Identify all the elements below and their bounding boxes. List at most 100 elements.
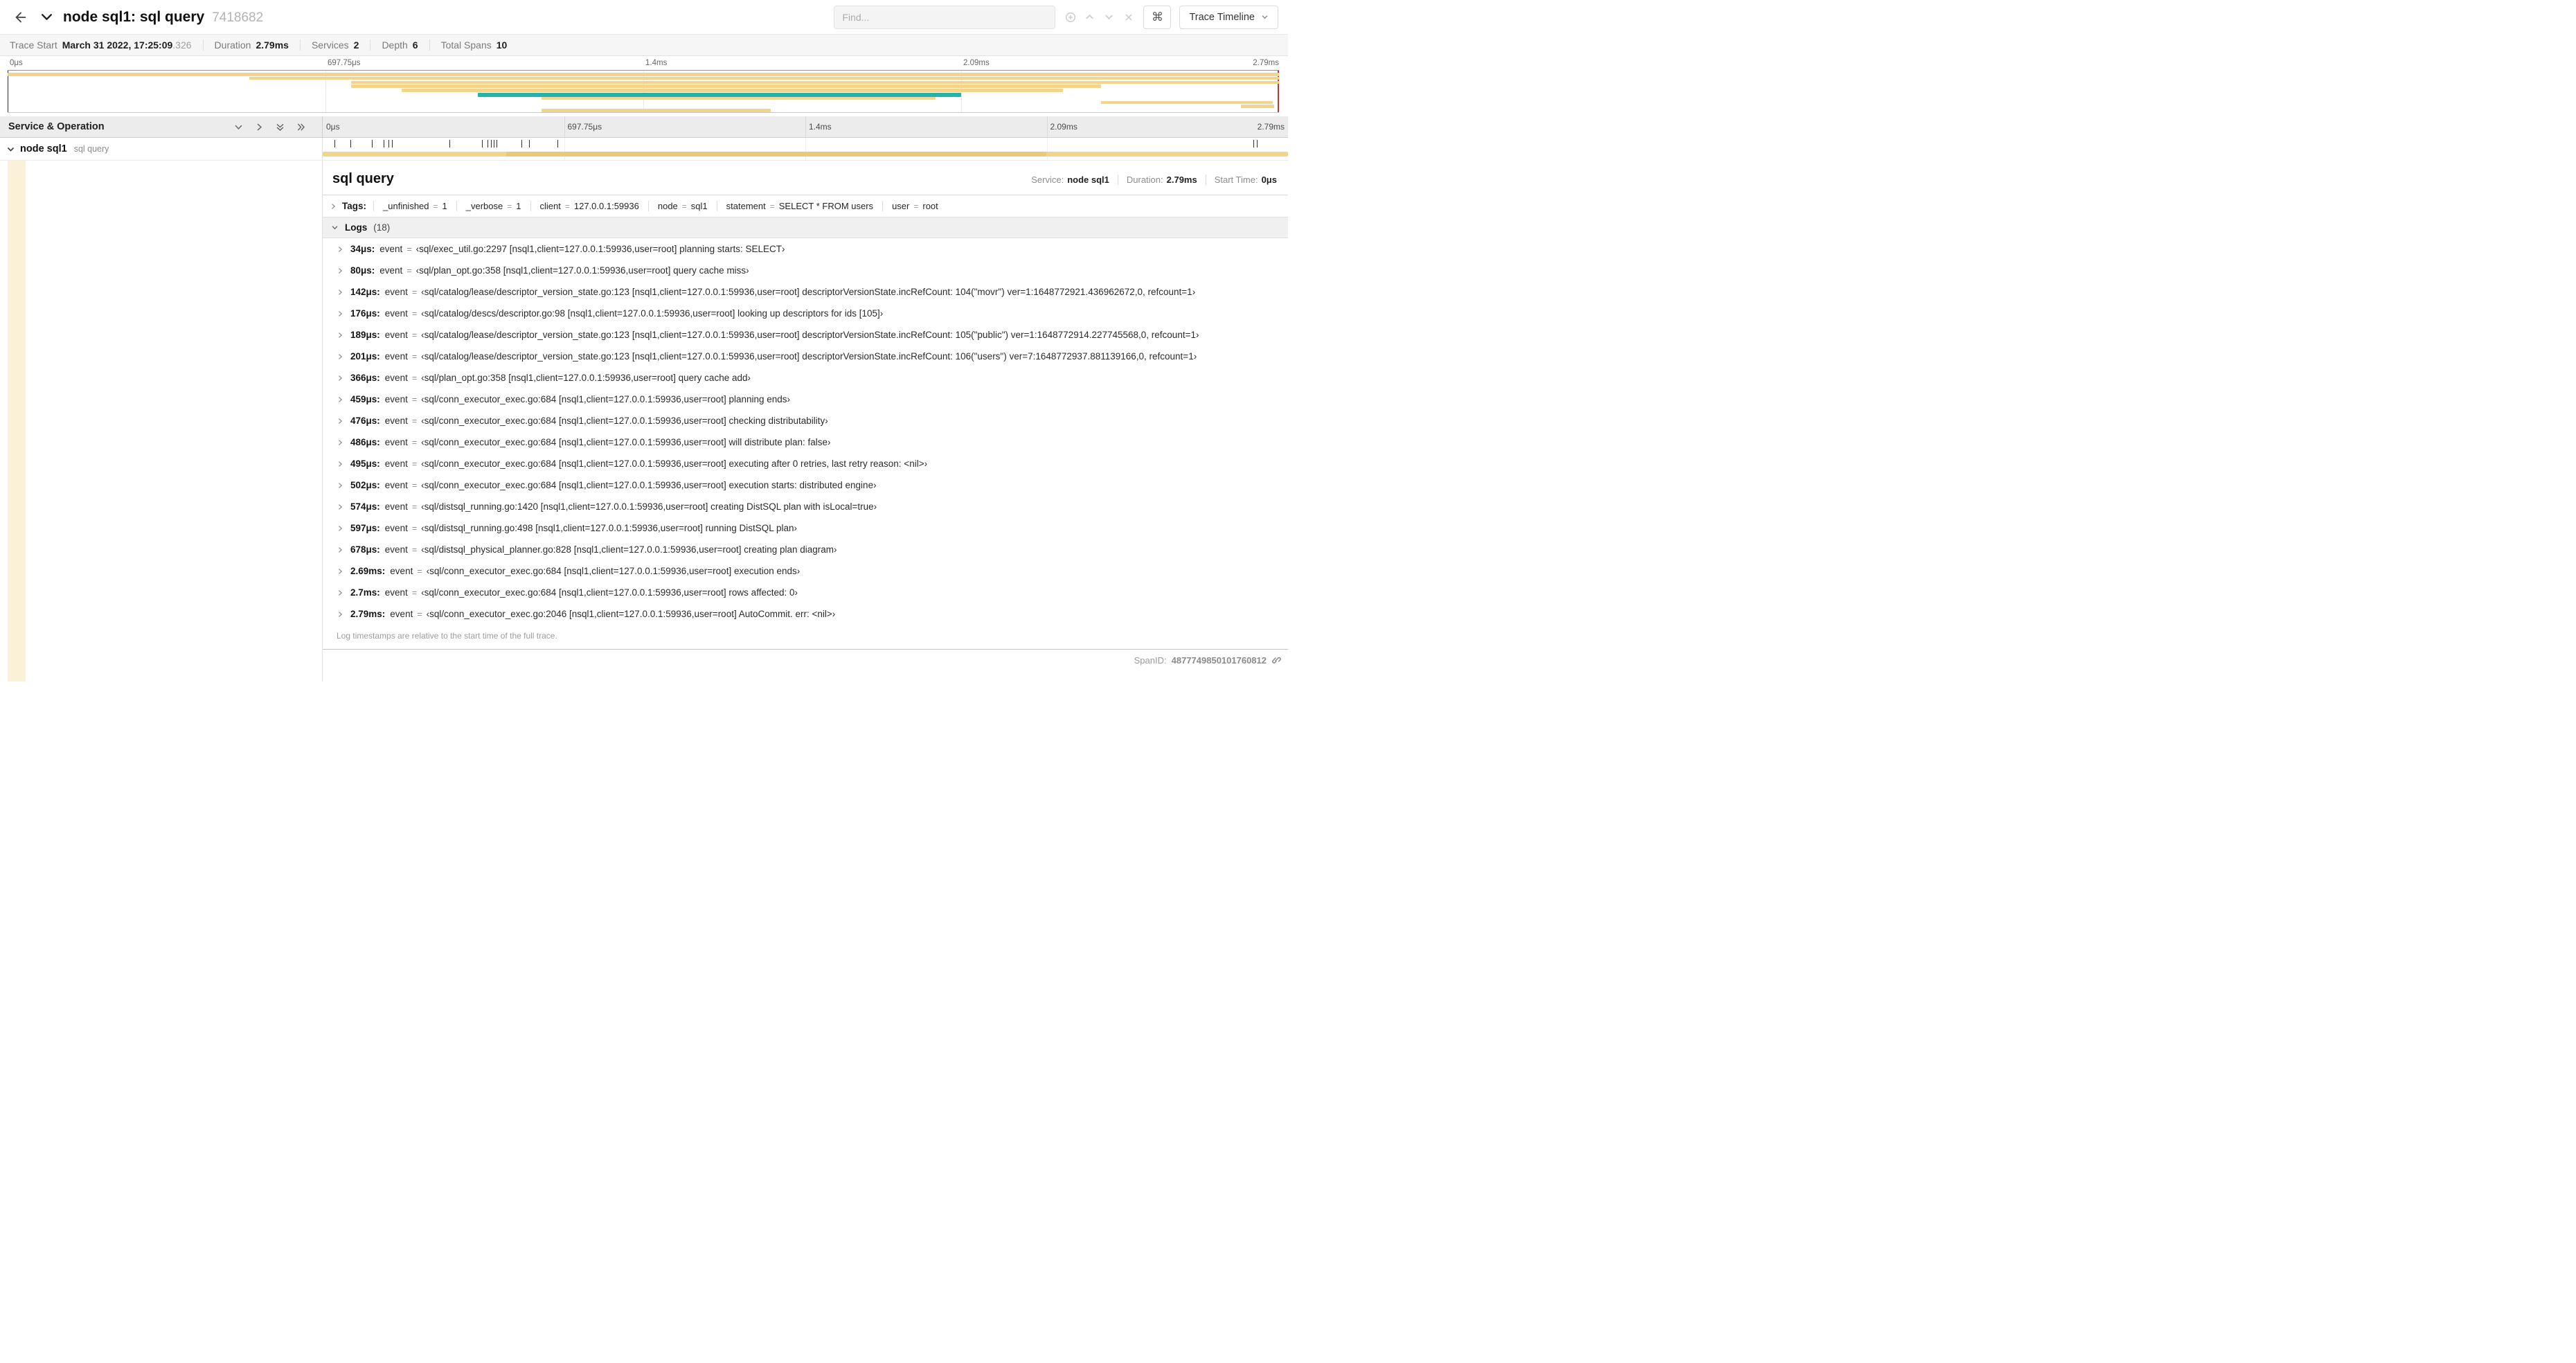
chevron-down-icon <box>332 226 338 230</box>
log-marker-tick <box>372 140 373 148</box>
log-message: ‹sql/plan_opt.go:358 [nsql1,client=127.0… <box>415 265 749 276</box>
log-time: 678μs: <box>350 544 380 555</box>
log-row[interactable]: 486μs: event = ‹sql/conn_executor_exec.g… <box>323 431 1288 453</box>
log-row[interactable]: 459μs: event = ‹sql/conn_executor_exec.g… <box>323 389 1288 410</box>
span-row-label[interactable]: node sql1 sql query <box>0 138 323 160</box>
log-equals: = <box>411 437 418 447</box>
chevron-right-icon <box>337 332 343 339</box>
chevron-right-icon <box>337 353 343 360</box>
collapse-all-button[interactable] <box>276 123 285 132</box>
log-row[interactable]: 34μs: event = ‹sql/exec_util.go:2297 [ns… <box>323 238 1288 260</box>
log-marker-tick <box>529 140 530 148</box>
log-event-key: event <box>384 458 408 469</box>
log-equals: = <box>406 265 412 276</box>
log-row[interactable]: 176μs: event = ‹sql/catalog/descs/descri… <box>323 303 1288 324</box>
log-marker-tick <box>449 140 450 148</box>
log-marker-tick <box>1257 140 1258 148</box>
log-row[interactable]: 2.79ms: event = ‹sql/conn_executor_exec.… <box>323 603 1288 625</box>
log-message: ‹sql/catalog/lease/descriptor_version_st… <box>421 350 1197 362</box>
logs-title: Logs <box>345 222 368 233</box>
chevron-up-icon <box>1086 14 1094 19</box>
keyboard-shortcuts-button[interactable]: ⌘ <box>1143 5 1172 29</box>
tags-toggle-row[interactable]: Tags: _unfinished = 1 _verbose = 1 client = 12… <box>323 195 1288 217</box>
log-row[interactable]: 502μs: event = ‹sql/conn_executor_exec.g… <box>323 474 1288 496</box>
log-message: ‹sql/conn_executor_exec.go:684 [nsql1,cl… <box>421 587 798 598</box>
log-row[interactable]: 678μs: event = ‹sql/distsql_physical_pla… <box>323 539 1288 560</box>
content-area: sql query Service: node sql1 Duration: 2.7… <box>0 161 1288 682</box>
tag-item: node = sql1 <box>647 201 717 211</box>
tag-item: _unfinished = 1 <box>373 201 456 211</box>
find-clear-button[interactable] <box>1120 9 1136 25</box>
log-message: ‹sql/catalog/lease/descriptor_version_st… <box>421 286 1196 297</box>
span-detail-panel: sql query Service: node sql1 Duration: 2.7… <box>323 161 1288 682</box>
log-message: ‹sql/distsql_physical_planner.go:828 [ns… <box>421 544 837 555</box>
log-event-key: event <box>384 501 408 512</box>
time-tick-label: 1.4ms <box>809 122 832 132</box>
log-message: ‹sql/plan_opt.go:358 [nsql1,client=127.0… <box>421 372 751 383</box>
page-title: node sql1: sql query 7418682 <box>63 9 263 26</box>
log-equals: = <box>411 373 418 383</box>
logs-toggle-header[interactable]: Logs (18) <box>323 217 1288 238</box>
log-marker-tick <box>334 140 335 148</box>
log-row[interactable]: 80μs: event = ‹sql/plan_opt.go:358 [nsql… <box>323 260 1288 281</box>
log-row[interactable]: 2.69ms: event = ‹sql/conn_executor_exec.… <box>323 560 1288 582</box>
log-row[interactable]: 201μs: event = ‹sql/catalog/lease/descri… <box>323 346 1288 367</box>
trace-name: node sql1: sql query <box>63 8 205 25</box>
chevron-right-icon <box>337 461 343 467</box>
log-row[interactable]: 597μs: event = ‹sql/distsql_running.go:4… <box>323 517 1288 539</box>
collapse-one-button[interactable] <box>234 123 243 132</box>
link-icon[interactable] <box>1271 655 1281 665</box>
log-message: ‹sql/conn_executor_exec.go:684 [nsql1,cl… <box>421 436 831 447</box>
find-input[interactable] <box>834 5 1056 29</box>
log-marker-tick <box>392 140 393 148</box>
span-operation-name: sql query <box>73 144 109 154</box>
app-header: node sql1: sql query 7418682 ⌘ Trace Tim… <box>0 0 1288 35</box>
log-message: ‹sql/conn_executor_exec.go:684 [nsql1,cl… <box>421 393 791 404</box>
log-time: 486μs: <box>350 436 380 447</box>
log-row[interactable]: 574μs: event = ‹sql/distsql_running.go:1… <box>323 496 1288 517</box>
log-row[interactable]: 495μs: event = ‹sql/conn_executor_exec.g… <box>323 453 1288 474</box>
span-bar-segment <box>506 152 1047 157</box>
back-button[interactable] <box>10 6 32 28</box>
collapse-trace-button[interactable] <box>40 10 53 24</box>
minimap-span-bar <box>350 80 1279 84</box>
log-equals: = <box>411 480 418 490</box>
log-marker-tick <box>557 140 558 148</box>
log-marker-tick <box>490 140 492 148</box>
time-tick-label: 1.4ms <box>645 59 668 67</box>
span-id-label: SpanID: <box>1134 654 1167 666</box>
find-match-button[interactable] <box>1062 9 1078 25</box>
log-message: ‹sql/catalog/descs/descriptor.go:98 [nsq… <box>421 308 884 319</box>
span-row-timeline[interactable] <box>323 138 1288 160</box>
log-row[interactable]: 366μs: event = ‹sql/plan_opt.go:358 [nsq… <box>323 367 1288 389</box>
minimap-graph[interactable] <box>8 70 1279 113</box>
expand-all-button[interactable] <box>296 123 305 132</box>
trace-info-item: Services 2 <box>301 39 371 51</box>
log-time: 201μs: <box>350 350 380 362</box>
trace-view-dropdown[interactable]: Trace Timeline <box>1179 5 1278 29</box>
chevron-down-icon <box>41 14 53 20</box>
minimap-span-bar <box>402 89 1063 92</box>
log-time: 189μs: <box>350 329 380 340</box>
chevron-right-icon <box>337 504 343 510</box>
log-equals: = <box>411 501 418 512</box>
log-marker-tick <box>1253 140 1254 148</box>
log-row[interactable]: 189μs: event = ‹sql/catalog/lease/descri… <box>323 324 1288 346</box>
log-row[interactable]: 142μs: event = ‹sql/catalog/lease/descri… <box>323 281 1288 303</box>
chevron-right-icon <box>337 375 343 382</box>
log-row[interactable]: 2.7ms: event = ‹sql/conn_executor_exec.g… <box>323 582 1288 603</box>
arrow-left-icon <box>15 12 26 22</box>
minimap-span-bar <box>350 84 1101 88</box>
log-row[interactable]: 476μs: event = ‹sql/conn_executor_exec.g… <box>323 410 1288 431</box>
span-meta: Service: node sql1 Duration: 2.79ms Start … <box>1023 175 1277 185</box>
span-tree-column <box>0 161 323 682</box>
log-time: 142μs: <box>350 286 380 297</box>
find-prev-button[interactable] <box>1082 9 1098 25</box>
span-indent-guide <box>8 161 26 682</box>
time-tick-label: 2.79ms <box>1257 122 1285 132</box>
expand-one-button[interactable] <box>255 123 264 132</box>
tags-label: Tags: <box>342 201 367 211</box>
find-controls <box>1062 9 1136 25</box>
log-marker-tick <box>521 140 523 148</box>
find-next-button[interactable] <box>1101 9 1117 25</box>
